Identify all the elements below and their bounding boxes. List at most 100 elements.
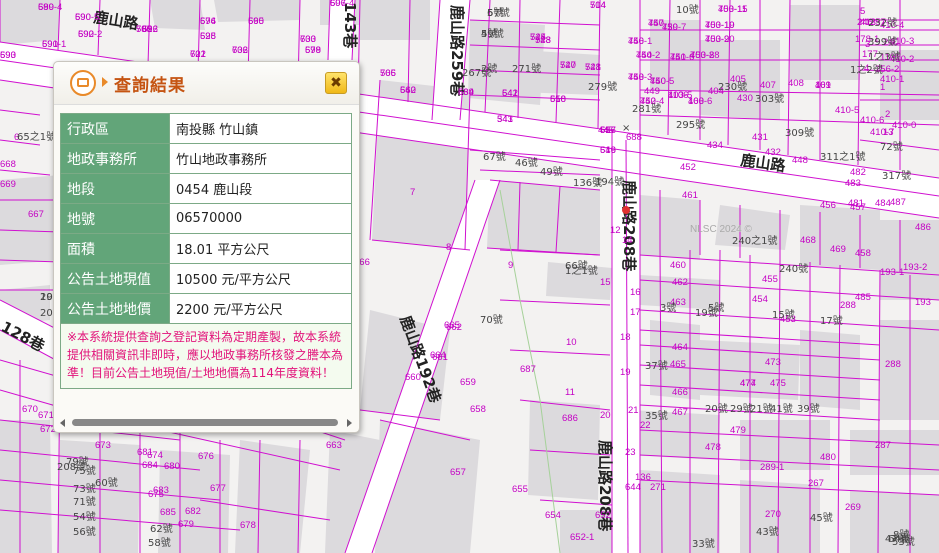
parcel-number-label: 750-2 — [636, 50, 660, 61]
parcel-number-label: 407 — [760, 80, 776, 91]
parcel-number-label: 410-6 — [860, 115, 884, 126]
parcel-number-label: 678 — [240, 520, 256, 531]
house-number-label: 54號 — [73, 510, 96, 523]
parcel-info-table: 行政區 南投縣 竹山鎮 地政事務所 竹山地政事務所 地段 0454 鹿山段 地號 065… — [60, 113, 352, 324]
house-number-label: 232號 — [868, 16, 897, 29]
parcel-number-label: 652 — [595, 510, 611, 521]
scroll-right-icon[interactable] — [347, 419, 352, 427]
parcel-number-label: 681 — [137, 447, 153, 458]
parcel-number-label: 750-15 — [718, 4, 748, 15]
house-number-label: 60號 — [95, 476, 118, 489]
parcel-number-label: 465 — [670, 359, 686, 370]
table-row: 地段 0454 鹿山段 — [60, 173, 352, 204]
query-result-popup: 查詢結果 ✖ 行政區 南投縣 竹山鎮 地政事務所 竹山地政事務所 地段 0454 鹿山… — [53, 61, 360, 433]
parcel-number-label: 698 — [200, 31, 216, 42]
scrollbar-thumb[interactable] — [72, 419, 338, 426]
parcel-number-label: 684 — [142, 460, 158, 471]
disclaimer-note: ※本系統提供查詢之登記資料為定期產製，故本系統提供相關資訊非即時，應以地政事務所… — [60, 324, 352, 389]
house-number-label: 8號 — [893, 528, 909, 541]
parcel-number-label: 692 — [78, 29, 94, 40]
table-row: 行政區 南投縣 竹山鎮 — [60, 113, 352, 144]
house-number-label: 62號 — [150, 522, 173, 535]
parcel-number-label: 750-20 — [705, 34, 735, 45]
parcel-number-label: 452 — [680, 162, 696, 173]
parcel-number-label: 702 — [232, 45, 248, 56]
row-key: 公告土地現值 — [60, 263, 170, 294]
parcel-number-label: 687 — [520, 364, 536, 375]
parcel-number-label: 267 — [808, 478, 824, 489]
parcel-number-label: 15 — [600, 277, 611, 288]
house-number-label: 20號 — [705, 402, 728, 415]
parcel-number-label: 676 — [198, 451, 214, 462]
cross-marker: × — [622, 123, 630, 134]
parcel-number-label: 269 — [845, 502, 861, 513]
row-key: 面積 — [60, 233, 170, 264]
parcel-number-label: 16 — [630, 287, 641, 298]
parcel-number-label: 640 — [400, 85, 416, 96]
row-key: 公告土地地價 — [60, 293, 170, 324]
parcel-number-label: 479 — [730, 425, 746, 436]
parcel-number-label: 481 — [848, 198, 864, 209]
parcel-number-label: 12 — [610, 225, 621, 236]
parcel-number-label: 454 — [752, 294, 768, 305]
parcel-number-label: 5 — [860, 6, 865, 17]
scroll-left-icon[interactable] — [60, 419, 65, 427]
table-row: 面積 18.01 平方公尺 — [60, 233, 352, 264]
house-number-label: 56號 — [73, 525, 96, 538]
road-label: 鹿山路259巷 — [448, 5, 466, 97]
parcel-number-label: 670 — [22, 404, 38, 415]
parcel-number-label: 655 — [512, 484, 528, 495]
house-number-label: 59號 — [481, 27, 504, 40]
parcel-number-label: 747 — [560, 60, 576, 71]
parcel-number-label: 464 — [672, 342, 688, 353]
parcel-number-label: 271 — [650, 482, 666, 493]
house-number-label: 65之1號 — [17, 130, 56, 143]
parcel-number-label: 657 — [450, 467, 466, 478]
close-button[interactable]: ✖ — [325, 72, 347, 94]
house-number-label: 240號 — [779, 262, 808, 275]
parcel-number-label: 704 — [590, 0, 606, 11]
arrow-right-icon — [102, 77, 108, 87]
parcel-number-label: 610 — [550, 94, 566, 105]
parcel-number-label: 17 — [630, 307, 641, 318]
parcel-number-label: 160 — [688, 96, 704, 107]
parcel-number-label: 659 — [460, 377, 476, 388]
parcel-number-label: 482 — [850, 167, 866, 178]
horizontal-scrollbar[interactable] — [60, 418, 352, 428]
house-number-label: 281號 — [632, 102, 661, 115]
parcel-number-label: 270 — [765, 509, 781, 520]
house-number-label: 17號 — [820, 314, 843, 327]
parcel-number-label: 487 — [890, 197, 906, 208]
house-number-label: 230號 — [718, 80, 747, 93]
parcel-number-label: 289-1 — [760, 462, 784, 473]
parcel-number-label: 434 — [707, 140, 723, 151]
parcel-number-label: 652-1 — [570, 532, 594, 543]
parcel-number-label: 13 — [883, 127, 894, 138]
road-label: 143巷 — [341, 2, 359, 49]
parcel-number-label: 660 — [405, 372, 421, 383]
parcel-number-label: 664 — [430, 350, 446, 361]
parcel-number-label: 161 — [815, 80, 831, 91]
house-number-label: 311之1號 — [820, 150, 865, 163]
house-number-label: 66號 — [565, 259, 588, 272]
parcel-number-label: 691 — [42, 39, 58, 50]
house-number-label: 1之2號 — [850, 63, 883, 76]
parcel-number-label: 456 — [820, 200, 836, 211]
parcel-number-label: 667 — [28, 209, 44, 220]
house-number-label: 194號 — [595, 175, 624, 188]
road-label: 鹿山路208巷 — [620, 180, 638, 272]
popup-title: 查詢結果 — [114, 76, 186, 96]
parcel-number-label: 748 — [585, 62, 601, 73]
parcel-number-label: 694 — [200, 16, 216, 27]
parcel-number-label: 14 — [622, 235, 633, 246]
row-value: 06570000 — [169, 203, 352, 234]
parcel-number-label: 705 — [380, 68, 396, 79]
parcel-number-label: 683 — [153, 485, 169, 496]
parcel-number-label: 680 — [164, 461, 180, 472]
parcel-number-label: 468 — [800, 235, 816, 246]
parcel-number-label: 668 — [0, 159, 16, 170]
parcel-number-label: 467 — [672, 407, 688, 418]
parcel-number-label: 287 — [875, 440, 891, 451]
parcel-number-label: 677 — [210, 483, 226, 494]
house-number-label: 39號 — [797, 402, 820, 415]
